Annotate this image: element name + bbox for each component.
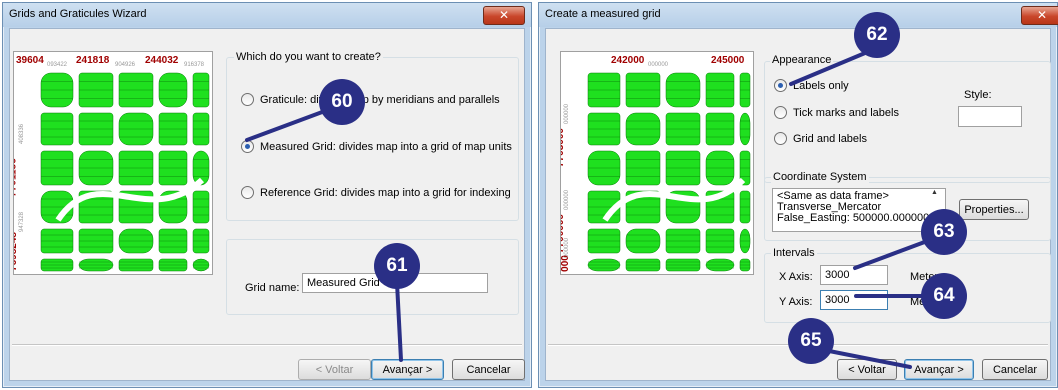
callout-61: 61	[374, 243, 420, 289]
callout-60-line	[245, 106, 335, 142]
callout-63: 63	[921, 209, 967, 255]
callout-lines	[245, 46, 936, 369]
callout-65: 65	[788, 318, 834, 364]
callout-64: 64	[921, 273, 967, 319]
callout-60: 60	[319, 79, 365, 125]
callout-61-line	[395, 281, 403, 362]
callout-62: 62	[854, 12, 900, 58]
callout-63-line	[853, 238, 932, 270]
